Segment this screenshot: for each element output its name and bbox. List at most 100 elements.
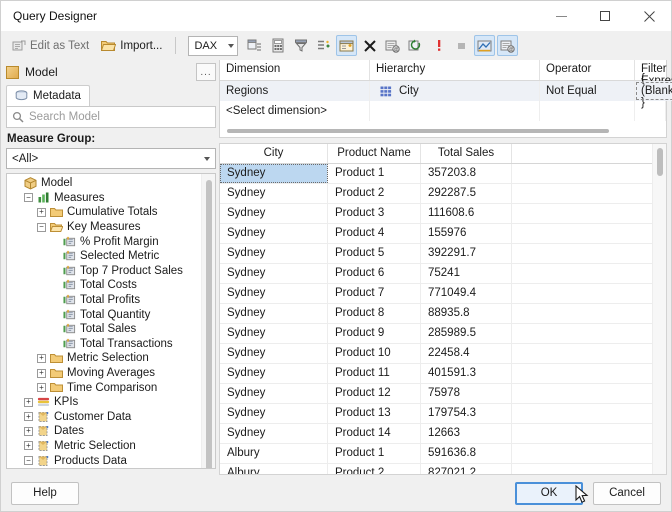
tree-item-profit-margin[interactable]: % Profit Margin [7, 234, 201, 249]
expand-icon[interactable]: + [37, 207, 46, 217]
results-cell-total-sales[interactable]: 88935.8 [421, 304, 512, 323]
results-row[interactable]: Sydney Product 7 771049.4 [220, 284, 652, 304]
results-cell-total-sales[interactable]: 591636.8 [421, 444, 512, 463]
auto-execute-button[interactable]: @ [382, 35, 403, 56]
expand-icon[interactable]: + [37, 383, 46, 393]
results-cell-city[interactable]: Albury [220, 444, 328, 463]
results-cell-product[interactable]: Product 8 [328, 304, 421, 323]
results-grid-scrollbar[interactable] [652, 144, 666, 474]
results-col-product-name[interactable]: Product Name [328, 144, 421, 163]
filter-cell-hierarchy[interactable]: City [370, 81, 540, 101]
results-row[interactable]: Sydney Product 6 75241 [220, 264, 652, 284]
results-grid[interactable]: City Product Name Total Sales Sydney Prod… [219, 143, 667, 475]
query-language-select[interactable]: DAX [188, 35, 239, 56]
results-cell-total-sales[interactable]: 22458.4 [421, 344, 512, 363]
close-button[interactable] [627, 1, 671, 31]
results-cell-product[interactable]: Product 11 [328, 364, 421, 383]
filter-cell-expression[interactable]: { (Blank) } [635, 73, 672, 109]
collapse-icon[interactable]: − [24, 456, 33, 466]
maximize-button[interactable] [583, 1, 627, 31]
results-row[interactable]: Sydney Product 9 285989.5 [220, 324, 652, 344]
results-cell-total-sales[interactable]: 401591.3 [421, 364, 512, 383]
results-cell-total-sales[interactable]: 155976 [421, 224, 512, 243]
help-button[interactable]: Help [11, 481, 79, 505]
exclamation-button[interactable] [428, 35, 449, 56]
tree-item-total-profits[interactable]: Total Profits [7, 293, 201, 308]
results-cell-total-sales[interactable]: 771049.4 [421, 284, 512, 303]
results-cell-city[interactable]: Sydney [220, 324, 328, 343]
results-cell-product[interactable]: Product 7 [328, 284, 421, 303]
metadata-tree[interactable]: Model − Measures + Cumulative Totals − Key Mea… [6, 173, 216, 469]
tree-item-total-sales[interactable]: Total Sales [7, 322, 201, 337]
scrollbar-thumb[interactable] [206, 180, 212, 468]
tree-item-moving-averages[interactable]: + Moving Averages [7, 366, 201, 381]
results-col-total-sales[interactable]: Total Sales [421, 144, 512, 163]
filter-cell-operator[interactable] [540, 101, 635, 121]
results-cell-city[interactable]: Sydney [220, 364, 328, 383]
filter-cell-operator[interactable]: Not Equal [540, 81, 635, 101]
results-cell-city[interactable]: Sydney [220, 284, 328, 303]
results-row[interactable]: Sydney Product 1 357203.8 [220, 164, 652, 184]
more-options-button[interactable]: ... [196, 63, 216, 81]
scrollbar-thumb[interactable] [227, 129, 609, 133]
expand-icon[interactable]: + [24, 426, 33, 436]
results-row[interactable]: Albury Product 2 827021.2 [220, 464, 652, 474]
results-cell-product[interactable]: Product 2 [328, 184, 421, 203]
results-cell-total-sales[interactable]: 392291.7 [421, 244, 512, 263]
results-cell-product[interactable]: Product 1 [328, 164, 421, 183]
results-cell-total-sales[interactable]: 75978 [421, 384, 512, 403]
results-cell-city[interactable]: Sydney [220, 184, 328, 203]
minimize-button[interactable] [539, 1, 583, 31]
filter-grid-hscrollbar[interactable] [221, 127, 665, 135]
scrollbar-thumb[interactable] [657, 148, 663, 176]
measure-group-select[interactable]: <All> [6, 148, 216, 169]
filter-button[interactable] [290, 35, 311, 56]
results-cell-city[interactable]: Sydney [220, 244, 328, 263]
results-row[interactable]: Sydney Product 14 12663 [220, 424, 652, 444]
results-cell-total-sales[interactable]: 285989.5 [421, 324, 512, 343]
results-cell-city[interactable]: Sydney [220, 264, 328, 283]
results-cell-total-sales[interactable]: 12663 [421, 424, 512, 443]
results-cell-product[interactable]: Product 9 [328, 324, 421, 343]
tree-item-customer-data[interactable]: + Customer Data [7, 410, 201, 425]
tree-item-dates[interactable]: + Dates [7, 424, 201, 439]
results-row[interactable]: Sydney Product 8 88935.8 [220, 304, 652, 324]
expand-icon[interactable]: + [24, 412, 33, 422]
tree-item-measures[interactable]: − Measures [7, 191, 201, 206]
tree-item-key-measures[interactable]: − Key Measures [7, 220, 201, 235]
design-mode-button[interactable] [244, 35, 265, 56]
collapse-icon[interactable]: − [37, 222, 46, 232]
results-cell-total-sales[interactable]: 357203.8 [421, 164, 512, 183]
stop-button[interactable] [451, 35, 472, 56]
results-row[interactable]: Albury Product 1 591636.8 [220, 444, 652, 464]
results-row[interactable]: Sydney Product 13 179754.3 [220, 404, 652, 424]
results-row[interactable]: Sydney Product 4 155976 [220, 224, 652, 244]
results-cell-product[interactable]: Product 13 [328, 404, 421, 423]
results-cell-city[interactable]: Sydney [220, 304, 328, 323]
ok-button[interactable]: OK [515, 481, 583, 505]
results-cell-city[interactable]: Sydney [220, 224, 328, 243]
tree-item-metric-selection[interactable]: + Metric Selection [7, 351, 201, 366]
expand-icon[interactable]: + [37, 353, 46, 363]
results-cell-city[interactable]: Albury [220, 464, 328, 474]
tab-metadata[interactable]: Metadata [6, 85, 90, 106]
results-cell-total-sales[interactable]: 111608.6 [421, 204, 512, 223]
collapse-icon[interactable]: − [24, 193, 33, 203]
refresh-fields-button[interactable] [405, 35, 426, 56]
tree-item-top-7-product-sales[interactable]: Top 7 Product Sales [7, 264, 201, 279]
search-model-field[interactable]: Search Model [6, 106, 216, 128]
results-row[interactable]: Sydney Product 2 292287.5 [220, 184, 652, 204]
results-row[interactable]: Sydney Product 3 111608.6 [220, 204, 652, 224]
tree-item-metric-selection[interactable]: + Metric Selection [7, 439, 201, 454]
delete-button[interactable] [359, 35, 380, 56]
query-parameters-button[interactable]: @ [497, 35, 519, 56]
expand-icon[interactable]: + [24, 441, 33, 451]
tree-item-total-costs[interactable]: Total Costs [7, 278, 201, 293]
filter-cell-dimension[interactable]: Regions [220, 81, 370, 101]
show-aggregations-button[interactable] [336, 35, 358, 56]
results-cell-total-sales[interactable]: 75241 [421, 264, 512, 283]
cancel-button[interactable]: Cancel [593, 481, 661, 505]
results-row[interactable]: Sydney Product 12 75978 [220, 384, 652, 404]
results-cell-total-sales[interactable]: 292287.5 [421, 184, 512, 203]
results-cell-product[interactable]: Product 1 [328, 444, 421, 463]
